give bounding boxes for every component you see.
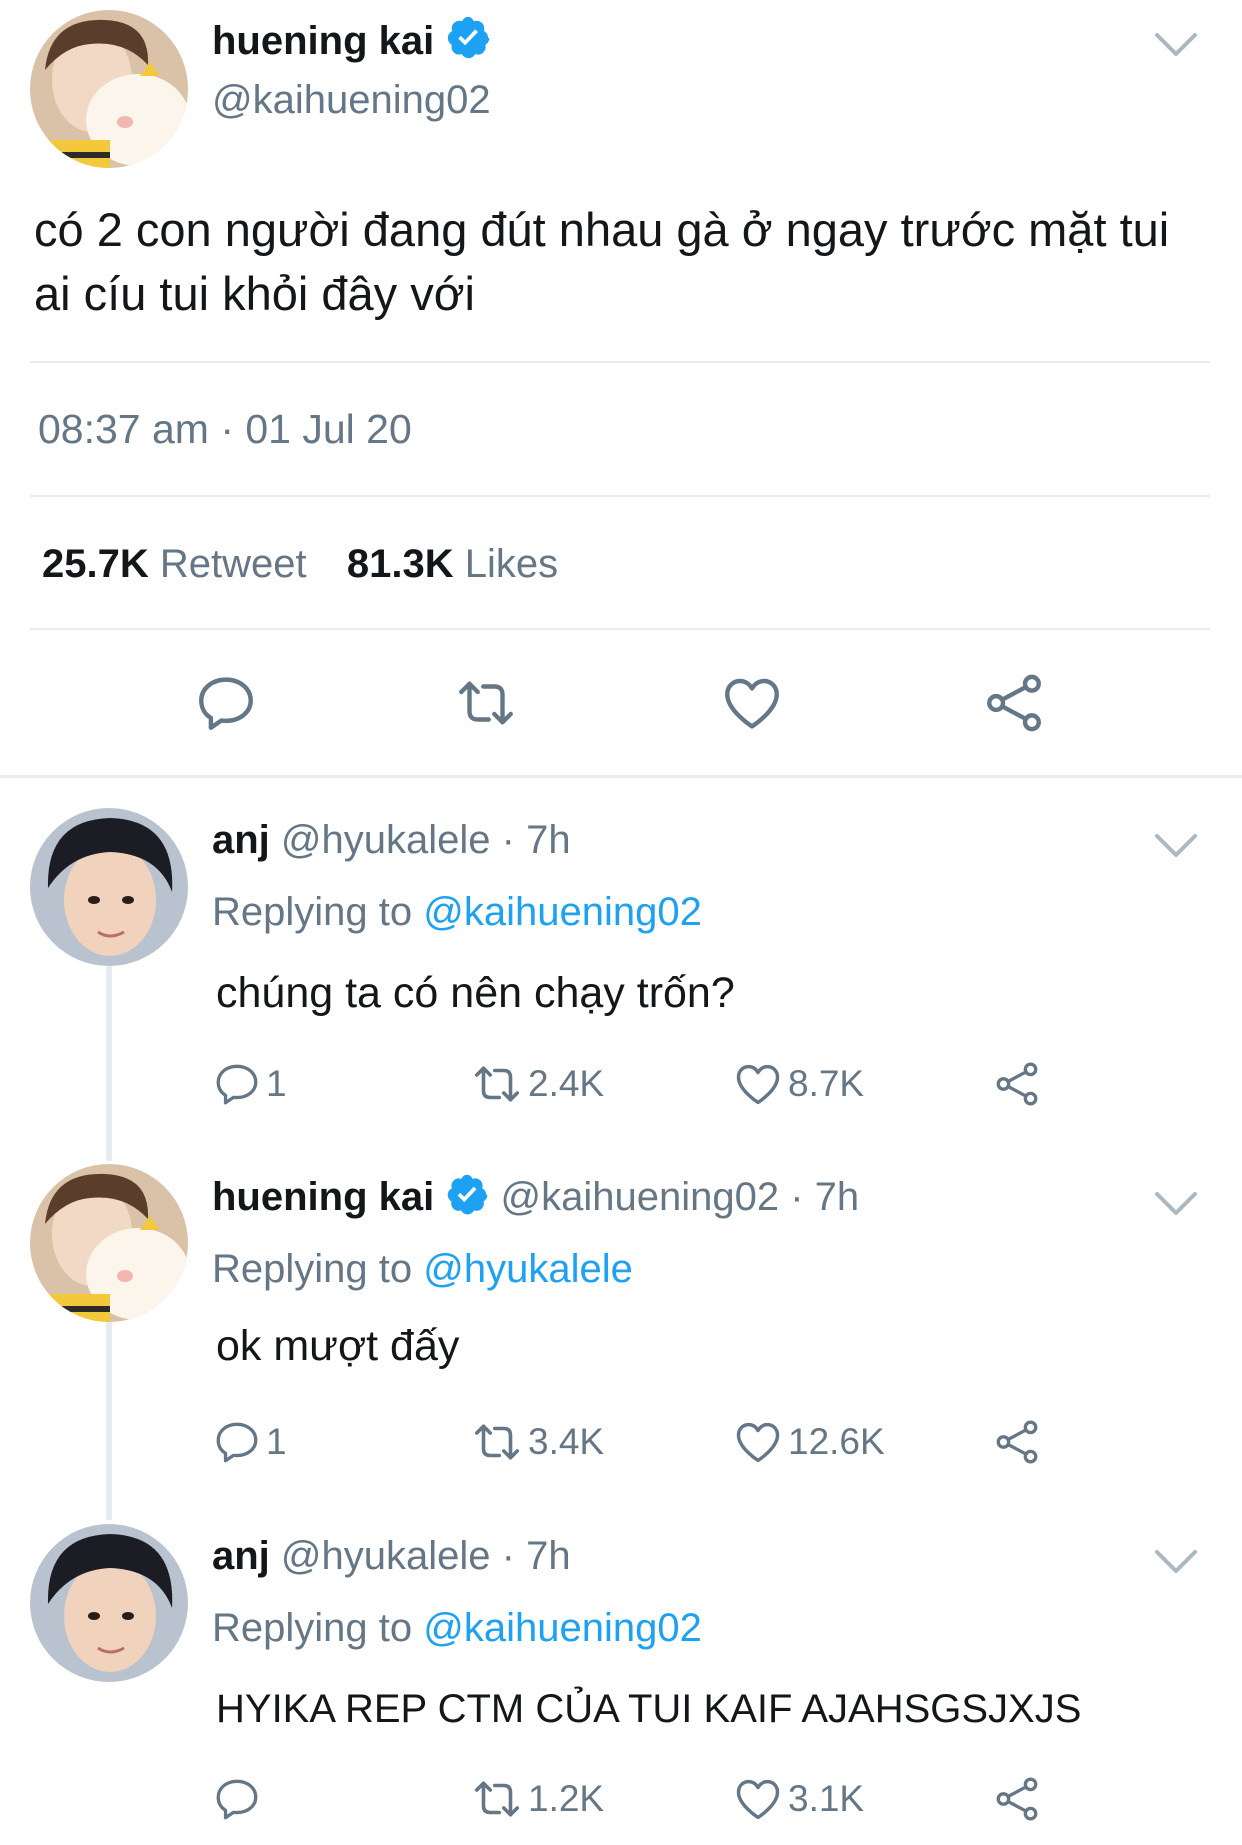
reply-icon [216, 1064, 258, 1105]
retweet-action[interactable]: 2.4K [470, 1060, 604, 1108]
share-icon [996, 1062, 1038, 1106]
like-icon [736, 1779, 780, 1820]
like-action[interactable]: 3.1K [732, 1775, 864, 1823]
tweet-timestamp[interactable]: 08:37 am · 01 Jul 20 [38, 404, 412, 454]
tweet-stats: 25.7K Retweet 81.3K Likes [42, 538, 558, 590]
replying-to: Replying to @hyukalele [212, 1245, 633, 1293]
avatar-huening-kai[interactable] [30, 10, 188, 168]
retweet-count[interactable]: 25.7K [42, 542, 149, 586]
avatar-anj[interactable] [30, 808, 188, 966]
reply-action[interactable]: 1 [212, 1060, 287, 1108]
chevron-down-icon[interactable] [1154, 32, 1198, 58]
retweet-icon [474, 1781, 520, 1817]
author-handle[interactable]: @kaihuening02 [212, 74, 491, 126]
like-action[interactable]: 12.6K [732, 1418, 885, 1466]
reply-header: anj @hyukalele · 7h [212, 1532, 571, 1580]
reply-text: chúng ta có nên chạy trốn? [216, 969, 735, 1017]
verified-icon [445, 1172, 489, 1227]
replying-to: Replying to @kaihuening02 [212, 1604, 702, 1652]
share-icon[interactable] [981, 670, 1047, 736]
reply-action[interactable]: 1 [212, 1418, 287, 1466]
tweet-text-line2: ai cíu tui khỏi đây với [34, 267, 475, 320]
reply-handle-time[interactable]: @kaihuening02 · 7h [501, 1175, 860, 1219]
reply-handle-time[interactable]: @hyukalele · 7h [281, 1534, 571, 1578]
divider [30, 495, 1210, 497]
avatar-huening-kai[interactable] [30, 1164, 188, 1322]
reply-header: huening kai @kaihuening02 · 7h [212, 1172, 859, 1227]
replying-to-handle[interactable]: @kaihuening02 [423, 1606, 702, 1650]
replying-to-label: Replying to [212, 1606, 413, 1650]
like-count: 8.7K [788, 1063, 865, 1104]
thread-line [106, 966, 112, 1161]
reply-icon [216, 1779, 258, 1820]
retweet-icon[interactable] [453, 670, 519, 736]
share-icon [996, 1777, 1038, 1821]
reply-text: HYIKA REP CTM CỦA TUI KAIF AJAHSGSJXJS [216, 1687, 1082, 1731]
retweet-action[interactable]: 3.4K [470, 1418, 604, 1466]
reply-header: anj @hyukalele · 7h [212, 816, 571, 864]
reply-author-name[interactable]: anj [212, 1534, 270, 1578]
like-count: 3.1K [788, 1778, 865, 1819]
retweet-icon [474, 1424, 520, 1460]
chevron-down-icon[interactable] [1154, 1549, 1198, 1575]
likes-count[interactable]: 81.3K [347, 542, 454, 586]
divider [30, 628, 1210, 630]
share-action[interactable] [992, 1060, 1046, 1108]
like-icon [736, 1064, 780, 1105]
avatar-anj[interactable] [30, 1524, 188, 1682]
likes-label[interactable]: Likes [465, 542, 558, 586]
chevron-down-icon[interactable] [1154, 1191, 1198, 1217]
author-name[interactable]: huening kai [212, 14, 491, 73]
tweet-text-line1: có 2 con người đang đút nhau gà ở ngay t… [34, 203, 1170, 256]
replying-to-handle[interactable]: @hyukalele [423, 1247, 633, 1291]
thread-line [106, 1322, 112, 1520]
reply-text: ok mượt đấy [216, 1322, 460, 1370]
divider [30, 361, 1210, 363]
share-action[interactable] [992, 1418, 1046, 1466]
reply-handle-time[interactable]: @hyukalele · 7h [281, 818, 571, 862]
retweet-action[interactable]: 1.2K [470, 1775, 604, 1823]
retweet-icon [474, 1066, 520, 1102]
verified-icon [445, 14, 491, 73]
chevron-down-icon[interactable] [1154, 833, 1198, 859]
like-action[interactable]: 8.7K [732, 1060, 864, 1108]
reply-icon [216, 1422, 258, 1463]
replying-to: Replying to @kaihuening02 [212, 888, 702, 936]
reply-author-name[interactable]: huening kai [212, 1175, 434, 1219]
reply-action[interactable] [212, 1775, 266, 1823]
reply-count: 1 [266, 1421, 287, 1462]
like-count: 12.6K [788, 1421, 885, 1462]
replying-to-label: Replying to [212, 890, 413, 934]
like-icon[interactable] [719, 670, 785, 736]
section-divider [0, 775, 1242, 778]
reply-count: 1 [266, 1063, 287, 1104]
reply-icon[interactable] [193, 670, 259, 736]
share-action[interactable] [992, 1775, 1046, 1823]
retweet-count: 3.4K [528, 1421, 605, 1462]
reply-author-name[interactable]: anj [212, 818, 270, 862]
replying-to-label: Replying to [212, 1247, 413, 1291]
share-icon [996, 1420, 1038, 1464]
replying-to-handle[interactable]: @kaihuening02 [423, 890, 702, 934]
retweet-count: 1.2K [528, 1778, 605, 1819]
retweet-label[interactable]: Retweet [160, 542, 307, 586]
retweet-count: 2.4K [528, 1063, 605, 1104]
like-icon [736, 1422, 780, 1463]
